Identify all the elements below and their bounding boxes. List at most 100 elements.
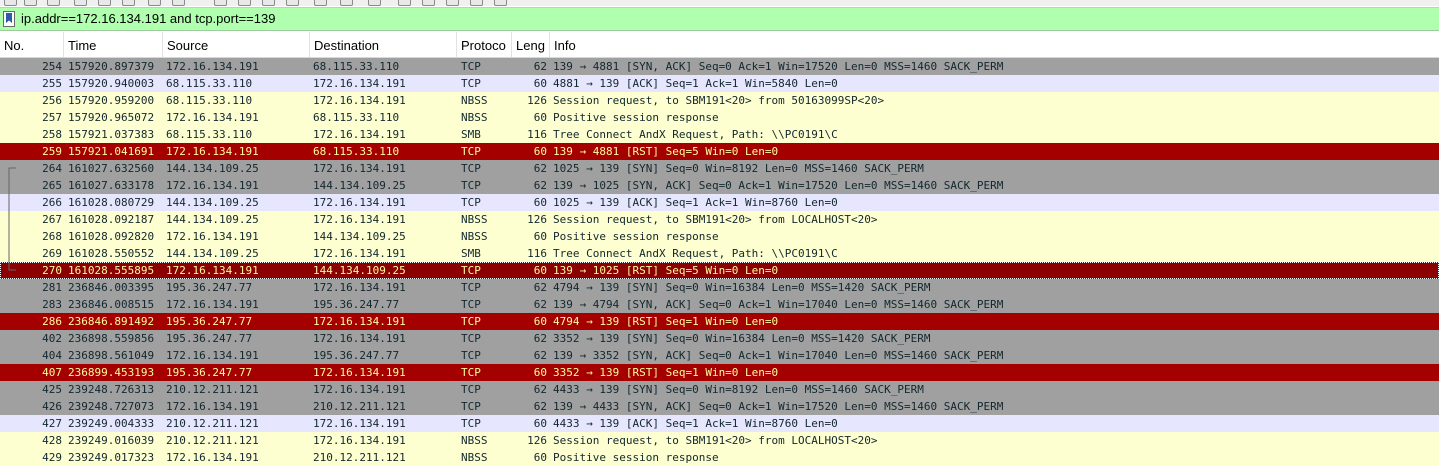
packet-number: 429	[42, 451, 62, 464]
toolbar-icon[interactable]	[398, 0, 411, 6]
packet-row[interactable]: 254 157920.897379 172.16.134.191 68.115.33.…	[0, 58, 1439, 75]
packet-length: 62	[533, 179, 547, 192]
packet-row[interactable]: 283 236846.008515 172.16.134.191 195.36.247…	[0, 296, 1439, 313]
packet-length: 126	[527, 434, 547, 447]
toolbar-icon[interactable]	[172, 0, 185, 6]
toolbar-icon[interactable]	[238, 0, 251, 6]
packet-time: 236846.891492	[68, 315, 155, 328]
column-header-info[interactable]: Info	[550, 32, 1439, 57]
toolbar-icon[interactable]	[148, 0, 161, 6]
packet-row[interactable]: 265 161027.633178 172.16.134.191 144.134.10…	[0, 177, 1439, 194]
packet-row[interactable]: 264 161027.632560 144.134.109.25 172.16.134…	[0, 160, 1439, 177]
packet-length: 126	[527, 94, 547, 107]
packet-protocol: TCP	[461, 332, 481, 345]
packet-source: 172.16.134.191	[166, 145, 259, 158]
packet-row[interactable]: 259 157921.041691 172.16.134.191 68.115.33.…	[0, 143, 1439, 160]
toolbar-icon[interactable]	[214, 0, 227, 6]
toolbar-icon[interactable]	[262, 0, 275, 6]
toolbar-icon[interactable]	[340, 0, 353, 6]
column-header-no[interactable]: No.	[0, 32, 64, 57]
packet-source: 210.12.211.121	[166, 383, 259, 396]
packet-number: 428	[42, 434, 62, 447]
packet-row[interactable]: 267 161028.092187 144.134.109.25 172.16.134…	[0, 211, 1439, 228]
packet-info: 139 → 4433 [SYN, ACK] Seq=0 Ack=1 Win=17…	[553, 400, 1004, 413]
packet-source: 144.134.109.25	[166, 213, 259, 226]
packet-protocol: TCP	[461, 264, 481, 277]
toolbar-icon[interactable]	[122, 0, 135, 6]
packet-row[interactable]: 427 239249.004333 210.12.211.121 172.16.134…	[0, 415, 1439, 432]
toolbar-icon[interactable]	[24, 0, 37, 6]
packet-source: 210.12.211.121	[166, 417, 259, 430]
packet-info: 139 → 1025 [RST] Seq=5 Win=0 Len=0	[553, 264, 779, 277]
column-header-length[interactable]: Leng	[512, 32, 550, 57]
packet-source: 172.16.134.191	[166, 230, 259, 243]
packet-row[interactable]: 426 239248.727073 172.16.134.191 210.12.211…	[0, 398, 1439, 415]
packet-protocol: TCP	[461, 366, 481, 379]
packet-row[interactable]: 428 239249.016039 210.12.211.121 172.16.134…	[0, 432, 1439, 449]
column-header-time[interactable]: Time	[64, 32, 163, 57]
packet-number: 283	[42, 298, 62, 311]
packet-time: 161028.092820	[68, 230, 155, 243]
packet-row[interactable]: 266 161028.080729 144.134.109.25 172.16.134…	[0, 194, 1439, 211]
toolbar-icon[interactable]	[368, 0, 381, 6]
toolbar-icon[interactable]	[98, 0, 111, 6]
packet-protocol: TCP	[461, 60, 481, 73]
packet-destination: 172.16.134.191	[313, 366, 406, 379]
packet-destination: 172.16.134.191	[313, 128, 406, 141]
packet-destination: 172.16.134.191	[313, 196, 406, 209]
packet-number: 286	[42, 315, 62, 328]
column-header-protocol[interactable]: Protoco	[457, 32, 512, 57]
packet-row[interactable]: 425 239248.726313 210.12.211.121 172.16.134…	[0, 381, 1439, 398]
packet-length: 60	[533, 196, 547, 209]
packet-info: Positive session response	[553, 111, 719, 124]
packet-row[interactable]: 256 157920.959200 68.115.33.110 172.16.134.…	[0, 92, 1439, 109]
main-toolbar	[0, 0, 1439, 6]
packet-source: 172.16.134.191	[166, 349, 259, 362]
packet-protocol: TCP	[461, 349, 481, 362]
packet-source: 172.16.134.191	[166, 451, 259, 464]
packet-info: Session request, to SBM191<20> from LOCA…	[553, 213, 878, 226]
packet-row[interactable]: 268 161028.092820 172.16.134.191 144.134.10…	[0, 228, 1439, 245]
packet-source: 195.36.247.77	[166, 315, 253, 328]
toolbar-icon[interactable]	[4, 0, 17, 6]
packet-source: 68.115.33.110	[166, 94, 253, 107]
packet-destination: 172.16.134.191	[313, 332, 406, 345]
packet-length: 62	[533, 162, 547, 175]
packet-protocol: NBSS	[461, 94, 488, 107]
packet-source: 172.16.134.191	[166, 298, 259, 311]
toolbar-icon[interactable]	[286, 0, 299, 6]
packet-destination: 172.16.134.191	[313, 247, 406, 260]
toolbar-icon[interactable]	[314, 0, 327, 6]
bookmark-icon[interactable]	[3, 11, 15, 27]
toolbar-icon[interactable]	[494, 0, 507, 6]
toolbar-icon[interactable]	[74, 0, 87, 6]
packet-row[interactable]: 255 157920.940003 68.115.33.110 172.16.134.…	[0, 75, 1439, 92]
packet-row[interactable]: 270 161028.555895 172.16.134.191 144.134.10…	[0, 262, 1439, 279]
packet-time: 236899.453193	[68, 366, 155, 379]
packet-row[interactable]: 269 161028.550552 144.134.109.25 172.16.134…	[0, 245, 1439, 262]
packet-destination: 68.115.33.110	[313, 111, 400, 124]
toolbar-icon[interactable]	[422, 0, 435, 6]
packet-info: 1025 → 139 [ACK] Seq=1 Ack=1 Win=8760 Le…	[553, 196, 838, 209]
packet-row[interactable]: 258 157921.037383 68.115.33.110 172.16.134.…	[0, 126, 1439, 143]
column-header-source[interactable]: Source	[163, 32, 310, 57]
packet-row[interactable]: 286 236846.891492 195.36.247.77 172.16.134.…	[0, 313, 1439, 330]
column-header-destination[interactable]: Destination	[310, 32, 457, 57]
display-filter-input[interactable]	[21, 11, 921, 27]
packet-destination: 172.16.134.191	[313, 162, 406, 175]
packet-number: 254	[42, 60, 62, 73]
packet-row[interactable]: 407 236899.453193 195.36.247.77 172.16.134.…	[0, 364, 1439, 381]
packet-row[interactable]: 281 236846.003395 195.36.247.77 172.16.134.…	[0, 279, 1439, 296]
packet-row[interactable]: 404 236898.561049 172.16.134.191 195.36.247…	[0, 347, 1439, 364]
packet-time: 161028.092187	[68, 213, 155, 226]
packet-destination: 144.134.109.25	[313, 264, 406, 277]
packet-time: 239249.004333	[68, 417, 155, 430]
packet-protocol: TCP	[461, 196, 481, 209]
packet-number: 426	[42, 400, 62, 413]
toolbar-icon[interactable]	[446, 0, 459, 6]
toolbar-icon[interactable]	[47, 0, 60, 6]
packet-row[interactable]: 402 236898.559856 195.36.247.77 172.16.134.…	[0, 330, 1439, 347]
packet-row[interactable]: 429 239249.017323 172.16.134.191 210.12.211…	[0, 449, 1439, 466]
toolbar-icon[interactable]	[470, 0, 483, 6]
packet-row[interactable]: 257 157920.965072 172.16.134.191 68.115.33.…	[0, 109, 1439, 126]
